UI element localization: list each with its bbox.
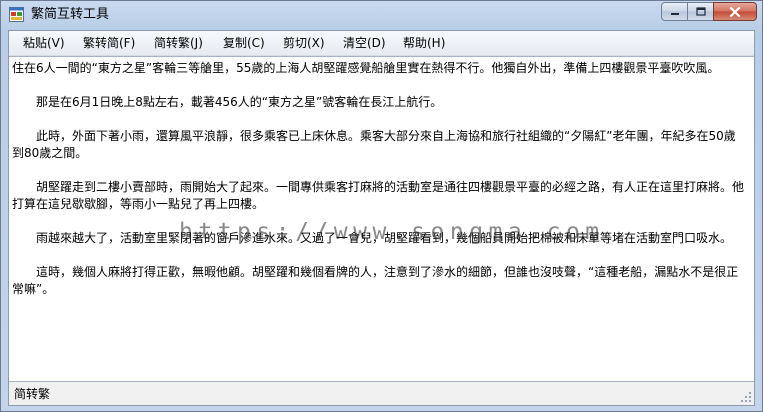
text-line: 那是在6月1日晚上8點左右，載著456人的“東方之星”號客輪在長江上航行。 (12, 95, 443, 109)
status-label: 简转繁 (14, 387, 51, 401)
window-title: 繁简互转工具 (31, 7, 110, 22)
text-line: 常嘛”。 (12, 282, 55, 296)
close-icon (729, 6, 741, 17)
caption-buttons (661, 2, 757, 21)
menu-bar: 粘贴(V) 繁转简(F) 简转繁(J) 复制(C) 剪切(X) 清空(D) 帮助… (9, 31, 754, 56)
maximize-button[interactable] (687, 2, 713, 21)
client-area: 粘贴(V) 繁转简(F) 简转繁(J) 复制(C) 剪切(X) 清空(D) 帮助… (8, 30, 755, 406)
watermark-url: https://www.songma.com (179, 219, 605, 245)
text-line: 打算在這兒歇歇腳，等雨小一點兒了再上四樓。 (12, 197, 265, 211)
menu-simplified-to-traditional[interactable]: 简转繁(J) (154, 35, 203, 51)
menu-clear[interactable]: 清空(D) (343, 35, 386, 51)
minimize-icon (670, 12, 679, 15)
text-line: 胡堅躍走到二樓小賣部時，雨開始大了起來。一間專供乘客打麻將的活動室是通往四樓觀景… (12, 180, 745, 194)
text-line: 這時，幾個人麻將打得正歡，無暇他顧。胡堅躍和幾個看牌的人，注意到了滲水的細節，但… (12, 265, 739, 279)
menu-copy[interactable]: 复制(C) (223, 35, 265, 51)
close-button[interactable] (713, 2, 757, 21)
app-icon (9, 7, 24, 22)
app-window: 繁简互转工具 粘贴(V) 繁转简(F) 简转繁(J) 复制(C) 剪切(X) 清… (0, 0, 763, 412)
text-line: 到80歲之間。 (12, 146, 88, 160)
text-editor[interactable]: 住在6人一間的“東方之星”客輪三等艙里，55歲的上海人胡堅躍感覺船艙里實在熱得不… (9, 56, 754, 382)
menu-traditional-to-simplified[interactable]: 繁转简(F) (83, 35, 135, 51)
text-line: 此時，外面下著小雨，還算風平浪靜，很多乘客已上床休息。乘客大部分來自上海協和旅行… (12, 129, 736, 143)
minimize-button[interactable] (661, 2, 687, 21)
text-line: 住在6人一間的“東方之星”客輪三等艙里，55歲的上海人胡堅躍感覺船艙里實在熱得不… (12, 61, 720, 75)
title-bar[interactable]: 繁简互转工具 (1, 1, 762, 29)
menu-paste[interactable]: 粘贴(V) (23, 35, 65, 51)
maximize-icon (695, 7, 706, 16)
status-bar: 简转繁 (9, 382, 754, 405)
resize-grip-icon[interactable] (740, 391, 752, 403)
menu-help[interactable]: 帮助(H) (403, 35, 445, 51)
menu-cut[interactable]: 剪切(X) (283, 35, 325, 51)
